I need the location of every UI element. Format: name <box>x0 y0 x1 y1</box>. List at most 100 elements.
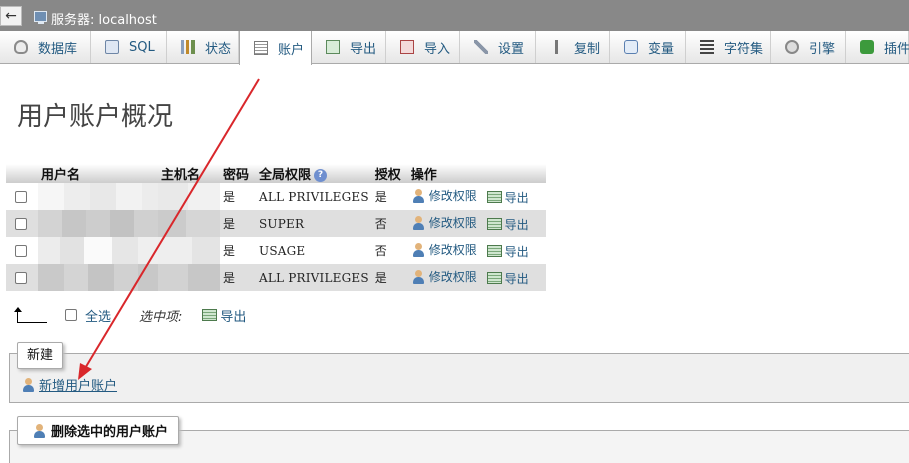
action-cell: 修改权限 导出 <box>407 264 546 291</box>
export-user-link[interactable]: 导出 <box>486 243 529 260</box>
host-cell <box>158 210 220 237</box>
header-host[interactable]: 主机名 <box>158 164 220 183</box>
tab-settings[interactable]: 设置 <box>460 31 536 63</box>
tab-databases[interactable]: 数据库 <box>0 31 91 63</box>
row-checkbox[interactable] <box>15 191 27 203</box>
table-row: 是 ALL PRIVILEGES 是 修改权限 导出 <box>6 264 546 291</box>
tab-label: 引擎 <box>809 41 836 57</box>
tab-label: 复制 <box>574 41 601 57</box>
tab-label: 账户 <box>278 42 305 58</box>
tab-engines[interactable]: 引擎 <box>771 31 846 63</box>
server-icon <box>34 11 47 24</box>
header-checkbox-col <box>6 164 38 183</box>
tab-user-accounts[interactable]: 账户 <box>239 31 312 65</box>
export-icon <box>486 272 502 284</box>
plugins-icon <box>860 40 874 54</box>
tab-label: 状态 <box>205 41 232 57</box>
delete-selected-users-button[interactable]: 删除选中的用户账户 <box>17 416 180 445</box>
tab-charsets[interactable]: 字符集 <box>686 31 771 63</box>
privileges-cell: SUPER <box>256 210 372 237</box>
export-user-link[interactable]: 导出 <box>486 270 529 287</box>
header-grant[interactable]: 授权 <box>371 164 408 183</box>
export-user-link[interactable]: 导出 <box>486 216 529 233</box>
variables-icon <box>624 40 638 54</box>
server-breadcrumb[interactable]: 服务器: localhost <box>51 9 157 28</box>
grant-cell: 否 <box>371 237 408 264</box>
add-user-account-link[interactable]: 新增用户账户 <box>21 375 117 394</box>
tab-sql[interactable]: SQL <box>91 31 167 63</box>
tab-plugins[interactable]: 插件 <box>846 31 909 63</box>
header-username[interactable]: 用户名 <box>38 164 158 183</box>
charset-icon <box>700 40 714 54</box>
tab-label: SQL <box>129 39 155 55</box>
username-cell <box>38 183 158 210</box>
main-tab-bar: 数据库 SQL 状态 账户 导出 导入 设置 复制 变量 字符集 引擎 插件 <box>0 31 909 65</box>
header-action: 操作 <box>407 164 546 183</box>
redacted-host <box>158 264 220 291</box>
tab-label: 字符集 <box>724 41 764 57</box>
password-cell: 是 <box>220 183 256 210</box>
host-cell <box>158 237 220 264</box>
export-selected-link[interactable]: 导出 <box>202 306 246 325</box>
edit-privileges-link[interactable]: 修改权限 <box>411 241 477 258</box>
select-arrow-icon <box>14 307 47 323</box>
status-icon <box>181 40 195 54</box>
tab-import[interactable]: 导入 <box>386 31 460 63</box>
row-select-cell <box>6 264 38 291</box>
redacted-username <box>38 183 158 210</box>
host-cell <box>158 183 220 210</box>
export-selected-label: 导出 <box>220 309 247 325</box>
export-icon <box>486 218 502 230</box>
header-global-privileges-label: 全局权限 <box>259 168 312 183</box>
export-user-link[interactable]: 导出 <box>486 189 529 206</box>
row-checkbox[interactable] <box>15 272 27 284</box>
edit-privileges-link[interactable]: 修改权限 <box>411 214 477 231</box>
redacted-host <box>158 237 220 264</box>
export-label: 导出 <box>504 217 529 232</box>
bulk-actions-row: 全选 选中项: 导出 <box>14 306 246 325</box>
tab-replication[interactable]: 复制 <box>536 31 610 63</box>
tab-label: 变量 <box>648 41 675 57</box>
tab-status[interactable]: 状态 <box>167 31 239 63</box>
table-row: 是 SUPER 否 修改权限 导出 <box>6 210 546 237</box>
export-label: 导出 <box>504 271 529 286</box>
redacted-host <box>158 210 220 237</box>
tab-label: 数据库 <box>38 41 78 57</box>
select-all-label[interactable]: 全选 <box>85 306 111 325</box>
username-cell <box>38 210 158 237</box>
grant-cell: 是 <box>371 183 408 210</box>
help-icon[interactable]: ? <box>314 169 328 182</box>
user-accounts-table: 用户名 主机名 密码 全局权限? 授权 操作 是 ALL PRIVILEGES … <box>6 164 546 291</box>
redacted-host <box>158 183 220 210</box>
row-checkbox[interactable] <box>15 245 27 257</box>
username-cell <box>38 237 158 264</box>
header-password[interactable]: 密码 <box>220 164 256 183</box>
settings-icon <box>474 40 488 54</box>
with-selected-label: 选中项: <box>139 309 183 325</box>
host-cell <box>158 264 220 291</box>
row-checkbox[interactable] <box>15 218 27 230</box>
export-icon <box>486 191 502 203</box>
tab-label: 插件 <box>884 41 909 57</box>
select-all-checkbox[interactable] <box>65 309 77 321</box>
edit-privileges-link[interactable]: 修改权限 <box>411 187 477 204</box>
export-label: 导出 <box>504 190 529 205</box>
export-label: 导出 <box>504 244 529 259</box>
privileges-cell: ALL PRIVILEGES <box>256 264 372 291</box>
import-icon <box>400 40 414 54</box>
action-cell: 修改权限 导出 <box>407 183 546 210</box>
edit-user-icon <box>411 269 426 284</box>
delete-selected-users-label: 删除选中的用户账户 <box>51 425 169 440</box>
edit-privileges-link[interactable]: 修改权限 <box>411 268 477 285</box>
redacted-username <box>38 264 158 291</box>
back-arrow-icon[interactable]: ← <box>0 6 22 26</box>
redacted-username <box>38 210 158 237</box>
action-cell: 修改权限 导出 <box>407 237 546 264</box>
tab-variables[interactable]: 变量 <box>610 31 686 63</box>
tab-export[interactable]: 导出 <box>312 31 386 63</box>
table-row: 是 USAGE 否 修改权限 导出 <box>6 237 546 264</box>
edit-privileges-label: 修改权限 <box>428 243 477 257</box>
export-icon <box>202 309 218 321</box>
header-global-privileges[interactable]: 全局权限? <box>256 164 372 183</box>
edit-privileges-label: 修改权限 <box>428 216 477 230</box>
